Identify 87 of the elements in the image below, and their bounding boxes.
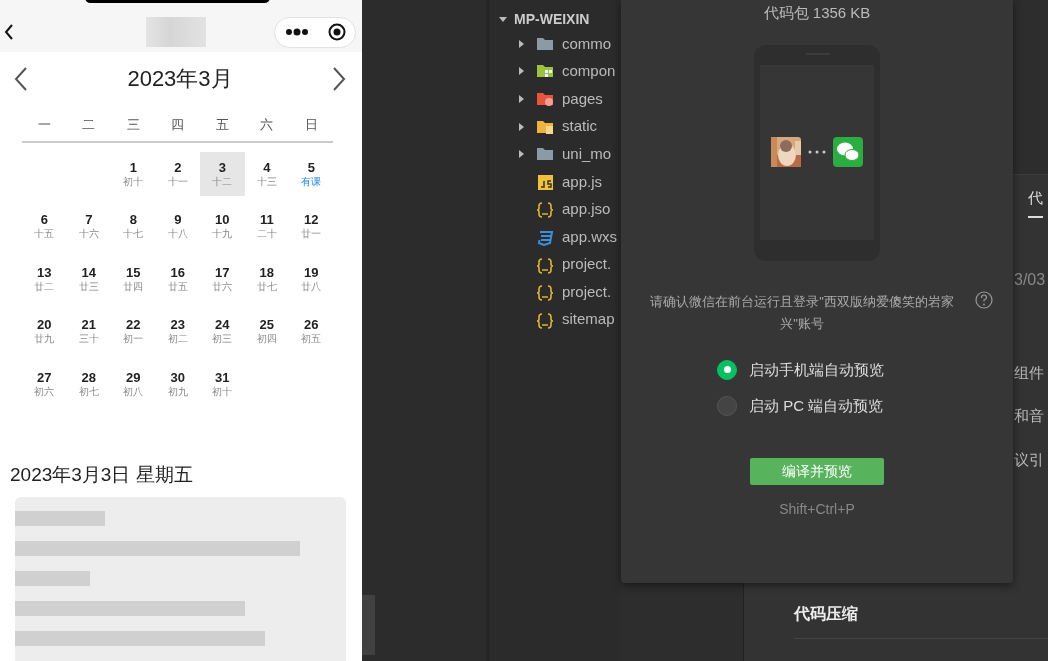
braces-icon [536, 255, 554, 274]
braces-icon [536, 283, 554, 302]
tree-item[interactable]: commo [490, 30, 620, 58]
next-month-icon[interactable] [332, 65, 346, 92]
calendar-day[interactable]: 6 十五 [22, 204, 67, 249]
tree-item[interactable]: static [490, 112, 620, 141]
scrollbar[interactable] [362, 595, 375, 655]
radio-option[interactable]: 启动手机端自动预览 [717, 358, 884, 382]
redacted-title [146, 17, 206, 47]
setting-text: 议引 [1014, 449, 1045, 470]
weekday-label: 四 [170, 116, 186, 135]
setting-text: 和音 [1014, 406, 1045, 426]
calendar-day[interactable]: 20 廿九 [22, 309, 67, 354]
calendar-day[interactable]: 28 初七 [66, 361, 111, 407]
tree-item[interactable]: uni_mo [490, 140, 620, 168]
chevron-icon[interactable] [498, 14, 508, 24]
tree-item[interactable]: pages [490, 85, 620, 113]
calendar-day[interactable]: 24 初三 [200, 309, 245, 354]
calendar-day[interactable]: 15 廿四 [111, 256, 156, 302]
calendar-day[interactable]: 10 十九 [200, 204, 245, 249]
tree-item[interactable]: sitemap [490, 305, 620, 334]
calendar-day[interactable]: 14 廿三 [66, 256, 111, 302]
close-target-icon[interactable] [327, 23, 346, 41]
more-icon[interactable] [284, 28, 309, 36]
tree-item[interactable]: app.js [490, 167, 620, 196]
weekday-label: 一 [36, 116, 52, 135]
section-title: 代码压缩 [794, 602, 1048, 639]
calendar-day[interactable]: 23 初二 [155, 309, 200, 354]
calendar-day[interactable]: 19 廿八 [289, 256, 334, 302]
login-message: 请确认微信在前台运行且登录"西双版纳爱傻笑的岩家兴"账号 [649, 292, 955, 333]
tree-item[interactable]: app.jso [490, 195, 620, 224]
calendar-day[interactable]: 12 廿一 [289, 204, 334, 249]
package-size: 代码包 1356 KB [763, 3, 871, 23]
chat-bubbles-icon [833, 137, 863, 167]
calendar-day[interactable]: 7 十六 [66, 204, 111, 249]
calendar-day[interactable]: 31 初十 [200, 361, 245, 407]
chevron-icon[interactable] [516, 66, 526, 77]
calendar-day[interactable]: 21 三十 [66, 309, 111, 354]
chevron-icon[interactable] [516, 149, 526, 160]
calendar-day[interactable]: 29 初八 [111, 361, 156, 407]
calendar-day[interactable]: 26 初五 [289, 309, 334, 354]
calendar-day[interactable]: 25 初四 [244, 309, 289, 354]
calendar-day[interactable]: 13 廿二 [22, 256, 67, 302]
folder-icon [536, 90, 554, 108]
radio-button[interactable] [717, 396, 737, 417]
calendar-day[interactable]: 1 初十 [111, 151, 156, 197]
chevron-icon[interactable] [516, 38, 526, 49]
calendar-day[interactable]: 2 十一 [155, 151, 200, 197]
chevron-icon[interactable] [516, 121, 526, 132]
braces-icon [536, 310, 554, 329]
calendar-day[interactable]: 5 有课 [289, 151, 334, 197]
help-icon[interactable] [975, 290, 993, 309]
weekday-label: 二 [81, 116, 97, 135]
calendar-day[interactable]: 11 二十 [244, 204, 289, 249]
radio-button[interactable] [717, 359, 737, 380]
tree-root[interactable]: MP-WEIXIN [490, 8, 596, 30]
tree-item[interactable]: project. [490, 250, 620, 279]
js-file-icon [536, 172, 554, 191]
tree-item[interactable]: compon [490, 57, 620, 86]
setting-text: 组件 [1014, 362, 1045, 383]
weekday-label: 日 [303, 116, 319, 135]
month-title: 2023年3月 [127, 65, 233, 93]
panel-tab[interactable]: 代 [1028, 183, 1043, 218]
calendar-day[interactable]: 17 廿六 [200, 256, 245, 302]
chevron-icon[interactable] [516, 94, 526, 104]
ellipsis-icon [807, 149, 827, 155]
capsule-menu[interactable] [274, 16, 356, 48]
weekday-label: 五 [214, 116, 230, 135]
weekday-label: 六 [259, 116, 275, 135]
tree-item[interactable]: project. [490, 278, 620, 306]
radio-option[interactable]: 启动 PC 端自动预览 [717, 395, 884, 418]
calendar-day[interactable]: 16 廿五 [155, 256, 200, 302]
back-icon[interactable] [4, 23, 14, 41]
calendar-day[interactable]: 30 初九 [155, 361, 200, 407]
calendar-day[interactable]: 8 十七 [111, 204, 156, 249]
braces-icon [536, 200, 554, 219]
shortcut-hint: Shift+Ctrl+P [779, 499, 855, 519]
tree-item[interactable]: app.wxs [490, 223, 620, 251]
date-text: 3/03 [1014, 269, 1047, 290]
calendar-day[interactable]: 18 廿七 [244, 256, 289, 302]
weekday-label: 三 [125, 116, 141, 135]
calendar-day[interactable]: 27 初六 [22, 361, 67, 407]
selected-date: 2023年3月3日 星期五 [10, 462, 194, 487]
calendar-day[interactable]: 4 十三 [244, 151, 289, 197]
calendar-day[interactable]: 9 十八 [155, 204, 200, 249]
calendar-day[interactable]: 22 初一 [111, 309, 156, 354]
previous-month-icon[interactable] [14, 65, 28, 92]
